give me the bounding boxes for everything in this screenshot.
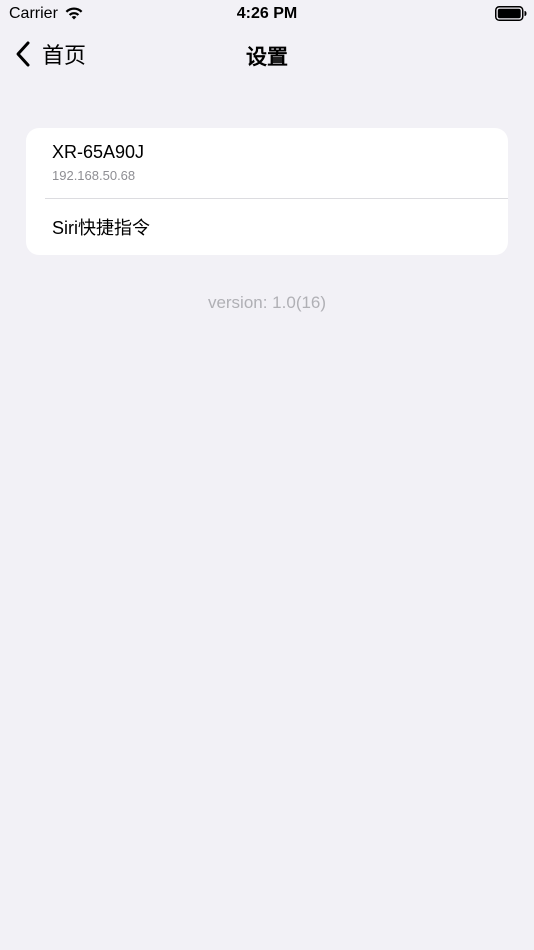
device-name: XR-65A90J [52,142,145,162]
status-time: 4:26 PM [236,5,298,22]
siri-shortcuts-label: Siri快捷指令 [52,218,150,238]
battery-icon [495,6,527,21]
siri-shortcuts-row[interactable]: Siri快捷指令 [26,199,508,255]
device-ip-address: 192.168.50.68 [52,168,136,183]
settings-card: XR-65A90J 192.168.50.68 Siri快捷指令 [26,128,508,255]
page-title: 设置 [246,46,288,69]
status-bar: Carrier 4:26 PM [0,0,534,28]
device-row[interactable]: XR-65A90J 192.168.50.68 [26,128,508,198]
version-label: version: 1.0(16) [207,293,327,312]
navigation-bar: 首页 设置 [0,28,534,84]
